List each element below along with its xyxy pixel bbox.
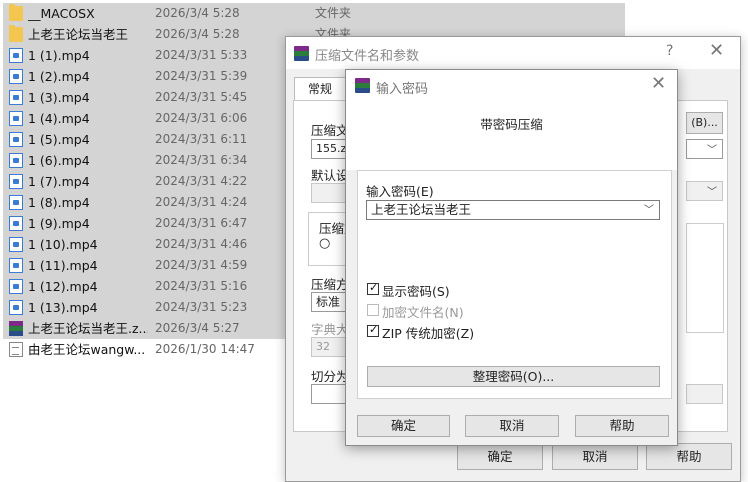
file-date: 2024/3/31 5:23 [155, 300, 248, 314]
file-name: 1 (3).mp4 [28, 90, 90, 105]
method-label: 压缩方 [311, 277, 349, 292]
video-file-icon [9, 90, 23, 105]
file-name: 1 (12).mp4 [28, 279, 98, 294]
password-group: 输入密码(E) 上老王论坛当老王 ﹀ ✓ 显示密码(S) 加密文件名(N) ✓ … [357, 170, 672, 399]
file-date: 2024/3/31 4:46 [155, 237, 248, 251]
password-input[interactable]: 上老王论坛当老王 ﹀ [366, 200, 660, 220]
cancel-button[interactable]: 取消 [552, 443, 638, 470]
file-date: 2024/3/31 6:06 [155, 111, 248, 125]
file-name: 1 (2).mp4 [28, 69, 90, 84]
video-file-icon [9, 174, 23, 189]
cancel-button[interactable]: 取消 [465, 415, 559, 437]
file-name: 1 (10).mp4 [28, 237, 98, 252]
password-dialog-title: 输入密码 [376, 82, 429, 97]
archive-name-label: 压缩文 [311, 123, 349, 138]
help-button[interactable]: 帮助 [646, 443, 732, 470]
video-file-icon [9, 69, 23, 84]
default-profile-label: 默认设 [311, 168, 349, 183]
file-name: 上老王论坛当老王 [28, 27, 129, 42]
dictionary-label: 字典大 [311, 322, 349, 337]
ok-button[interactable]: 确定 [457, 443, 543, 470]
video-file-icon [9, 300, 23, 315]
file-name: 1 (9).mp4 [28, 216, 90, 231]
zip-legacy-checkbox[interactable]: ✓ [367, 323, 379, 337]
file-date: 2026/3/4 5:28 [155, 6, 240, 20]
video-file-icon [9, 48, 23, 63]
set-password-button[interactable] [686, 384, 723, 404]
chevron-down-icon[interactable]: ﹀ [644, 202, 654, 220]
file-date: 2024/3/31 6:47 [155, 216, 248, 230]
file-name: 1 (5).mp4 [28, 132, 90, 147]
file-name: 1 (7).mp4 [28, 174, 90, 189]
file-date: 2026/3/4 5:27 [155, 321, 240, 335]
file-date: 2024/3/31 6:34 [155, 153, 248, 167]
password-value: 上老王论坛当老王 [371, 202, 472, 217]
file-date: 2024/3/31 4:22 [155, 174, 248, 188]
file-name: 1 (13).mp4 [28, 300, 98, 315]
password-dialog-header: 带密码压缩 [346, 102, 677, 170]
file-date: 2026/3/4 5:28 [155, 27, 240, 41]
check-icon: ✓ [369, 323, 379, 336]
winrar-icon [294, 46, 309, 61]
chevron-down-icon: ﹀ [707, 145, 717, 156]
close-icon[interactable]: ✕ [709, 40, 724, 61]
text-file-icon [9, 342, 23, 357]
chevron-down-icon: ﹀ [707, 187, 717, 198]
file-date: 2026/1/30 14:47 [155, 342, 255, 356]
password-label: 输入密码(E) [366, 184, 434, 199]
close-icon[interactable]: ✕ [651, 73, 666, 94]
dialog-heading: 带密码压缩 [480, 117, 543, 132]
video-file-icon [9, 216, 23, 231]
file-name: 1 (11).mp4 [28, 258, 98, 273]
file-name: 由老王论坛wangw... [28, 342, 146, 357]
video-file-icon [9, 195, 23, 210]
winrar-icon [355, 78, 370, 93]
video-file-icon [9, 237, 23, 252]
file-date: 2024/3/31 5:39 [155, 69, 248, 83]
show-password-checkbox[interactable]: ✓ [367, 281, 379, 295]
file-name: 1 (4).mp4 [28, 111, 90, 126]
browse-button[interactable]: (B)... [686, 112, 723, 134]
organize-passwords-button[interactable]: 整理密码(O)... [367, 366, 660, 387]
video-file-icon [9, 153, 23, 168]
password-dialog-titlebar[interactable]: 输入密码 ✕ [346, 70, 677, 102]
help-icon[interactable]: ? [666, 43, 673, 59]
update-mode-select[interactable]: ﹀ [686, 139, 723, 159]
file-date: 2024/3/31 6:11 [155, 132, 248, 146]
password-dialog: 输入密码 ✕ 带密码压缩 输入密码(E) 上老王论坛当老王 ﹀ ✓ 显示密码(S… [345, 69, 678, 446]
tab-general[interactable]: 常规 [294, 77, 346, 102]
file-name: __MACOSX [28, 6, 95, 21]
options-group [686, 223, 724, 333]
archive-dialog-title: 压缩文件名和参数 [315, 49, 420, 64]
archive-dialog-titlebar[interactable]: 压缩文件名和参数 ? ✕ [286, 37, 740, 69]
file-name: 1 (1).mp4 [28, 48, 90, 63]
options-select[interactable]: ﹀ [686, 181, 723, 201]
file-date: 2024/3/31 4:24 [155, 195, 248, 209]
file-date: 2024/3/31 4:59 [155, 258, 248, 272]
file-name: 1 (6).mp4 [28, 153, 90, 168]
video-file-icon [9, 111, 23, 126]
file-name: 上老王论坛当老王.z... [28, 321, 148, 336]
rar-archive-icon [9, 321, 23, 336]
file-name: 1 (8).mp4 [28, 195, 90, 210]
encrypt-filenames-checkbox[interactable] [367, 304, 379, 316]
show-password-label[interactable]: 显示密码(S) [382, 281, 450, 300]
check-icon: ✓ [369, 281, 379, 294]
split-label: 切分为 [311, 369, 349, 384]
ok-button[interactable]: 确定 [357, 415, 450, 437]
file-row[interactable]: __MACOSX 2026/3/4 5:28 文件夹 [3, 3, 625, 24]
video-file-icon [9, 132, 23, 147]
file-type: 文件夹 [315, 6, 352, 20]
file-date: 2024/3/31 5:16 [155, 279, 248, 293]
folder-icon [9, 25, 23, 42]
zip-legacy-label[interactable]: ZIP 传统加密(Z) [382, 323, 474, 342]
video-file-icon [9, 258, 23, 273]
help-button[interactable]: 帮助 [575, 415, 669, 437]
folder-icon [9, 4, 23, 21]
file-date: 2024/3/31 5:45 [155, 90, 248, 104]
encrypt-filenames-label[interactable]: 加密文件名(N) [382, 302, 464, 321]
video-file-icon [9, 279, 23, 294]
file-date: 2024/3/31 5:33 [155, 48, 248, 62]
format-radio[interactable]: ○ [319, 236, 330, 251]
